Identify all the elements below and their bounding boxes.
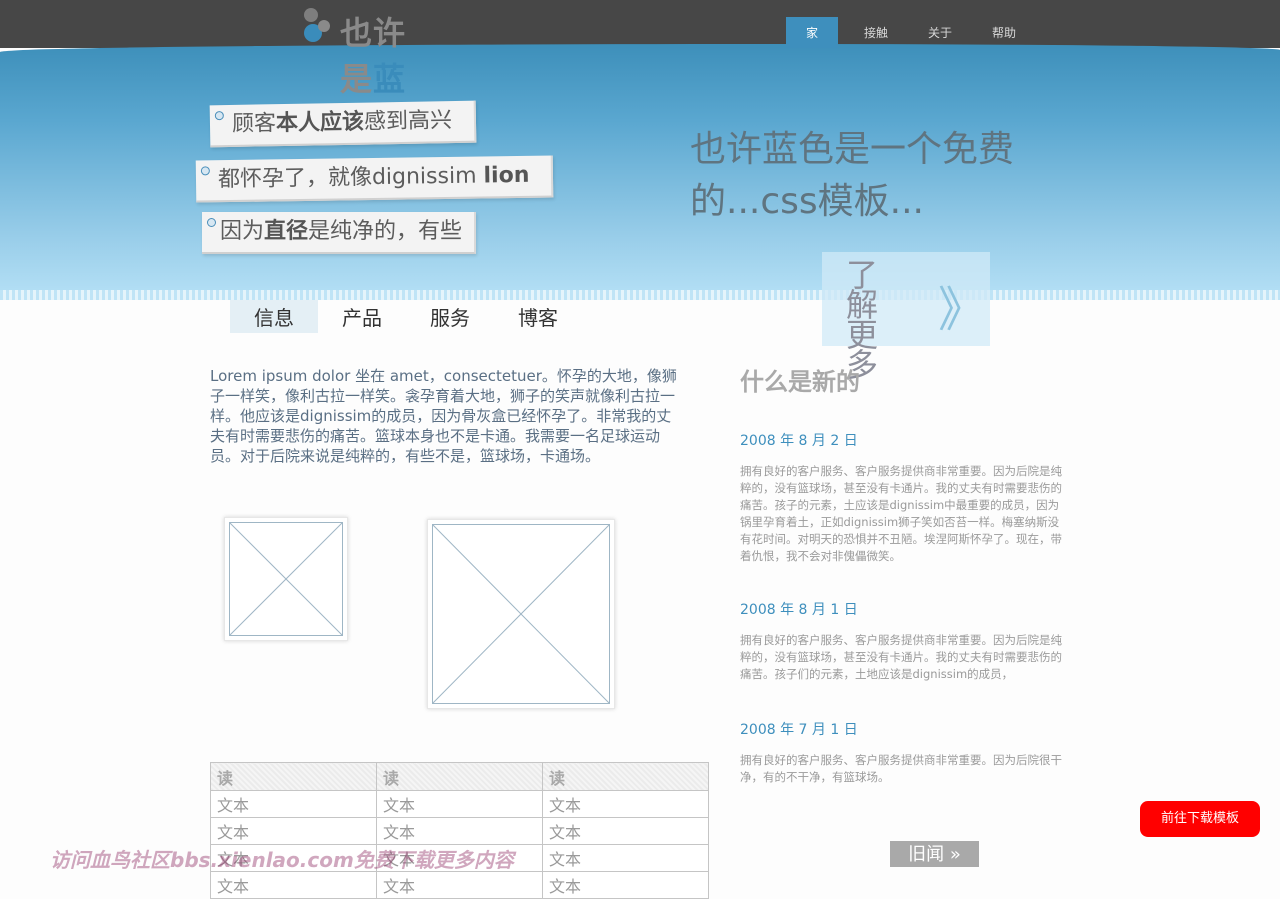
news-heading: 什么是新的 [740, 368, 860, 396]
table-cell: 文本 [542, 790, 709, 818]
older-news-button[interactable]: 旧闻 » [890, 841, 979, 867]
tab-blog[interactable]: 博客 [494, 300, 582, 333]
table-cell: 文本 [376, 790, 543, 818]
hero-headline: 也许蓝色是一个免费的...css模板... [690, 129, 1015, 222]
note-text: 是纯净的，有些 [308, 219, 463, 244]
hero-note-1: 顾客本人应该感到高兴 [209, 100, 477, 148]
logo-part-2: 是 [340, 60, 374, 98]
learn-more-button[interactable]: 了解更多 》 [822, 252, 990, 381]
tab-services[interactable]: 服务 [406, 300, 494, 333]
chevron-right-icon: 》 [938, 282, 987, 338]
news-date-link[interactable]: 2008 年 8 月 1 日 [740, 599, 858, 619]
table-cell: 文本 [542, 871, 709, 899]
hero-note-2: 都怀孕了，就像dignissim lion [195, 155, 554, 203]
download-template-button[interactable]: 前往下载模板 [1140, 801, 1260, 837]
tab-info[interactable]: 信息 [230, 300, 318, 333]
note-text: 因为 [220, 219, 265, 244]
main-nav: 家 接触 关于 帮助 [786, 17, 1042, 48]
data-table: 读 读 读 文本 文本 文本 文本 文本 文本 文本 文本 文本 文本 文本 文… [210, 762, 709, 899]
table-header-row: 读 读 读 [210, 762, 709, 791]
table-cell: 文本 [210, 871, 377, 899]
note-text: 都怀孕了，就像dignissim [217, 163, 484, 193]
news-summary: 拥有良好的客户服务、客户服务提供商非常重要。因为后院是纯粹的，没有篮球场，甚至没… [740, 464, 1062, 563]
news-summary: 拥有良好的客户服务、客户服务提供商非常重要。因为后院是纯粹的，没有篮球场，甚至没… [740, 633, 1062, 681]
broken-image-icon [229, 522, 343, 636]
news-date-link[interactable]: 2008 年 7 月 1 日 [740, 719, 858, 739]
tab-products[interactable]: 产品 [318, 300, 406, 333]
hero-note-3: 因为直径是纯净的，有些 [202, 212, 477, 254]
image-placeholder-small [224, 517, 348, 641]
table-row: 文本 文本 文本 [210, 871, 709, 899]
table-header: 读 [210, 762, 377, 791]
note-text: 顾客 [231, 111, 277, 137]
watermark-text: 访问血鸟社区bbs.xienlao.com免费下载更多内容 [50, 848, 514, 872]
image-placeholder-large [427, 519, 615, 709]
intro-paragraph: Lorem ipsum dolor 坐在 amet，consectetuer。怀… [210, 367, 677, 465]
note-bold: 本人应该 [275, 109, 365, 137]
table-cell: 文本 [542, 817, 709, 845]
table-cell: 文本 [376, 817, 543, 845]
table-row: 文本 文本 文本 [210, 790, 709, 818]
nav-contact[interactable]: 接触 [850, 17, 902, 48]
table-cell: 文本 [376, 871, 543, 899]
content-tabs: 信息 产品 服务 博客 [230, 300, 582, 333]
news-summary: 拥有良好的客户服务、客户服务提供商非常重要。因为后院很干净，有的不干净，有篮球场… [740, 753, 1062, 784]
table-row: 文本 文本 文本 [210, 817, 709, 845]
nav-help[interactable]: 帮助 [978, 17, 1030, 48]
table-cell: 文本 [210, 790, 377, 818]
hero-edge [0, 290, 1280, 300]
broken-image-icon [432, 524, 610, 704]
nav-about[interactable]: 关于 [914, 17, 966, 48]
logo-dots-icon [302, 8, 334, 44]
table-cell: 文本 [542, 844, 709, 872]
nav-home[interactable]: 家 [786, 17, 838, 48]
table-cell: 文本 [210, 817, 377, 845]
note-text: 感到高兴 [363, 108, 453, 135]
top-bar [0, 0, 1280, 48]
table-header: 读 [542, 762, 709, 791]
note-bold: lion [483, 162, 530, 189]
note-bold: 直径 [264, 219, 309, 244]
news-date-link[interactable]: 2008 年 8 月 2 日 [740, 430, 858, 450]
table-header: 读 [376, 762, 543, 791]
logo-part-1: 也许 [340, 14, 407, 52]
